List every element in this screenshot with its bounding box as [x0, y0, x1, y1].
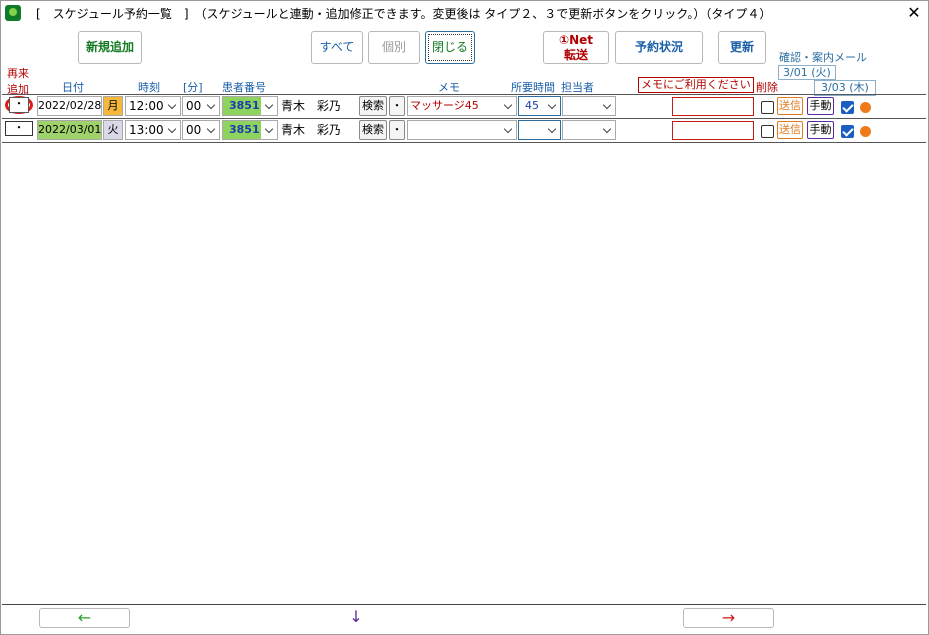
row-divider [2, 142, 926, 143]
manual-button[interactable]: 手動 [807, 121, 834, 139]
memo-select[interactable] [407, 120, 517, 140]
search-button[interactable]: 検索 [359, 120, 387, 140]
refresh-button[interactable]: 更新 [718, 31, 766, 64]
close-icon: ✕ [907, 3, 921, 22]
memo-value: マッサージ45 [410, 99, 479, 112]
minute-select[interactable]: 00 [182, 120, 220, 140]
row-divider [2, 94, 926, 95]
minute-value: 00 [186, 123, 202, 137]
readd-button[interactable]: ・ [5, 121, 33, 136]
chevron-down-icon [544, 121, 560, 139]
close-list-button[interactable]: 閉じる [425, 31, 475, 64]
pick-button[interactable]: ・ [389, 120, 405, 140]
header-minute: [分] [183, 81, 203, 94]
reservation-status-button[interactable]: 予約状況 [615, 31, 703, 64]
patient-no-value: 3851 [229, 123, 260, 136]
delete-checkbox[interactable] [761, 101, 774, 114]
date-field[interactable]: 2022/03/01 [37, 120, 102, 140]
weekday-badge: 月 [103, 96, 123, 116]
duration-value: 45 [525, 99, 539, 112]
new-entry-button[interactable]: 新規追加 [78, 31, 142, 64]
patient-name: 青木 彩乃 [281, 123, 342, 137]
minute-value: 00 [186, 99, 202, 113]
footer-divider [2, 604, 926, 605]
memo-select[interactable]: マッサージ45 [407, 96, 517, 116]
mail-status-dot [860, 102, 871, 113]
app-icon [5, 5, 21, 21]
readd-button[interactable]: ・ [9, 97, 29, 113]
header-memo: メモ [438, 81, 460, 94]
send-mail-button[interactable]: 送信 [777, 97, 803, 115]
chevron-down-icon [261, 97, 277, 115]
note-input[interactable] [672, 97, 754, 116]
chevron-down-icon [500, 121, 516, 139]
chevron-down-icon [599, 97, 615, 115]
chevron-down-icon [203, 97, 219, 115]
staff-select[interactable] [562, 120, 616, 140]
chevron-down-icon [164, 97, 180, 115]
patient-no-value: 3851 [229, 99, 260, 112]
chevron-down-icon [203, 121, 219, 139]
net-transfer-button[interactable]: ①Net 転送 [543, 31, 609, 64]
patient-no-select[interactable]: 3851 [222, 120, 278, 140]
date-field[interactable]: 2022/02/28 [37, 96, 102, 116]
mail-date-1: 3/01 (火) [778, 65, 836, 80]
chevron-down-icon [599, 121, 615, 139]
row-divider [2, 118, 926, 119]
chevron-down-icon [164, 121, 180, 139]
duration-select[interactable] [518, 120, 561, 140]
header-date: 日付 [62, 81, 84, 94]
duration-select[interactable]: 45 [518, 96, 561, 116]
manual-button[interactable]: 手動 [807, 97, 834, 115]
time-select[interactable]: 12:00 [125, 96, 181, 116]
net-transfer-line2: 転送 [563, 47, 588, 62]
search-button[interactable]: 検索 [359, 96, 387, 116]
window-title: [ スケジュール予約一覧 ] （スケジュールと連動・追加修正できます。変更後は … [36, 7, 772, 21]
staff-select[interactable] [562, 96, 616, 116]
chevron-down-icon [500, 97, 516, 115]
close-window-button[interactable]: ✕ [903, 2, 925, 24]
time-value: 13:00 [129, 123, 164, 137]
mail-confirm-checkbox[interactable] [841, 125, 854, 138]
mail-status-dot [860, 126, 871, 137]
header-confirm-mail: 確認・案内メール [779, 51, 867, 64]
net-transfer-line1: ①Net [558, 32, 594, 47]
time-select[interactable]: 13:00 [125, 120, 181, 140]
weekday-badge: 火 [103, 120, 123, 140]
header-delete: 削除 [756, 81, 778, 94]
delete-checkbox[interactable] [761, 125, 774, 138]
individual-button[interactable]: 個別 [368, 31, 420, 64]
header-memo-hint: メモにご利用ください [638, 77, 754, 93]
minute-select[interactable]: 00 [182, 96, 220, 116]
header-patient-no: 患者番号 [222, 81, 266, 94]
chevron-down-icon [544, 97, 560, 115]
scroll-down-button[interactable]: ↓ [341, 608, 371, 628]
note-input[interactable] [672, 121, 754, 140]
pick-button[interactable]: ・ [389, 96, 405, 116]
send-mail-button[interactable]: 送信 [777, 121, 803, 139]
prev-page-button[interactable]: ← [39, 608, 130, 628]
mail-confirm-checkbox[interactable] [841, 101, 854, 114]
time-value: 12:00 [129, 99, 164, 113]
header-time: 時刻 [138, 81, 160, 94]
header-readd-1: 再来 [7, 67, 29, 80]
patient-no-select[interactable]: 3851 [222, 96, 278, 116]
show-all-button[interactable]: すべて [311, 31, 363, 64]
header-staff: 担当者 [561, 81, 594, 94]
patient-name: 青木 彩乃 [281, 99, 342, 113]
chevron-down-icon [261, 121, 277, 139]
next-page-button[interactable]: → [683, 608, 774, 628]
header-duration: 所要時間 [511, 81, 555, 94]
